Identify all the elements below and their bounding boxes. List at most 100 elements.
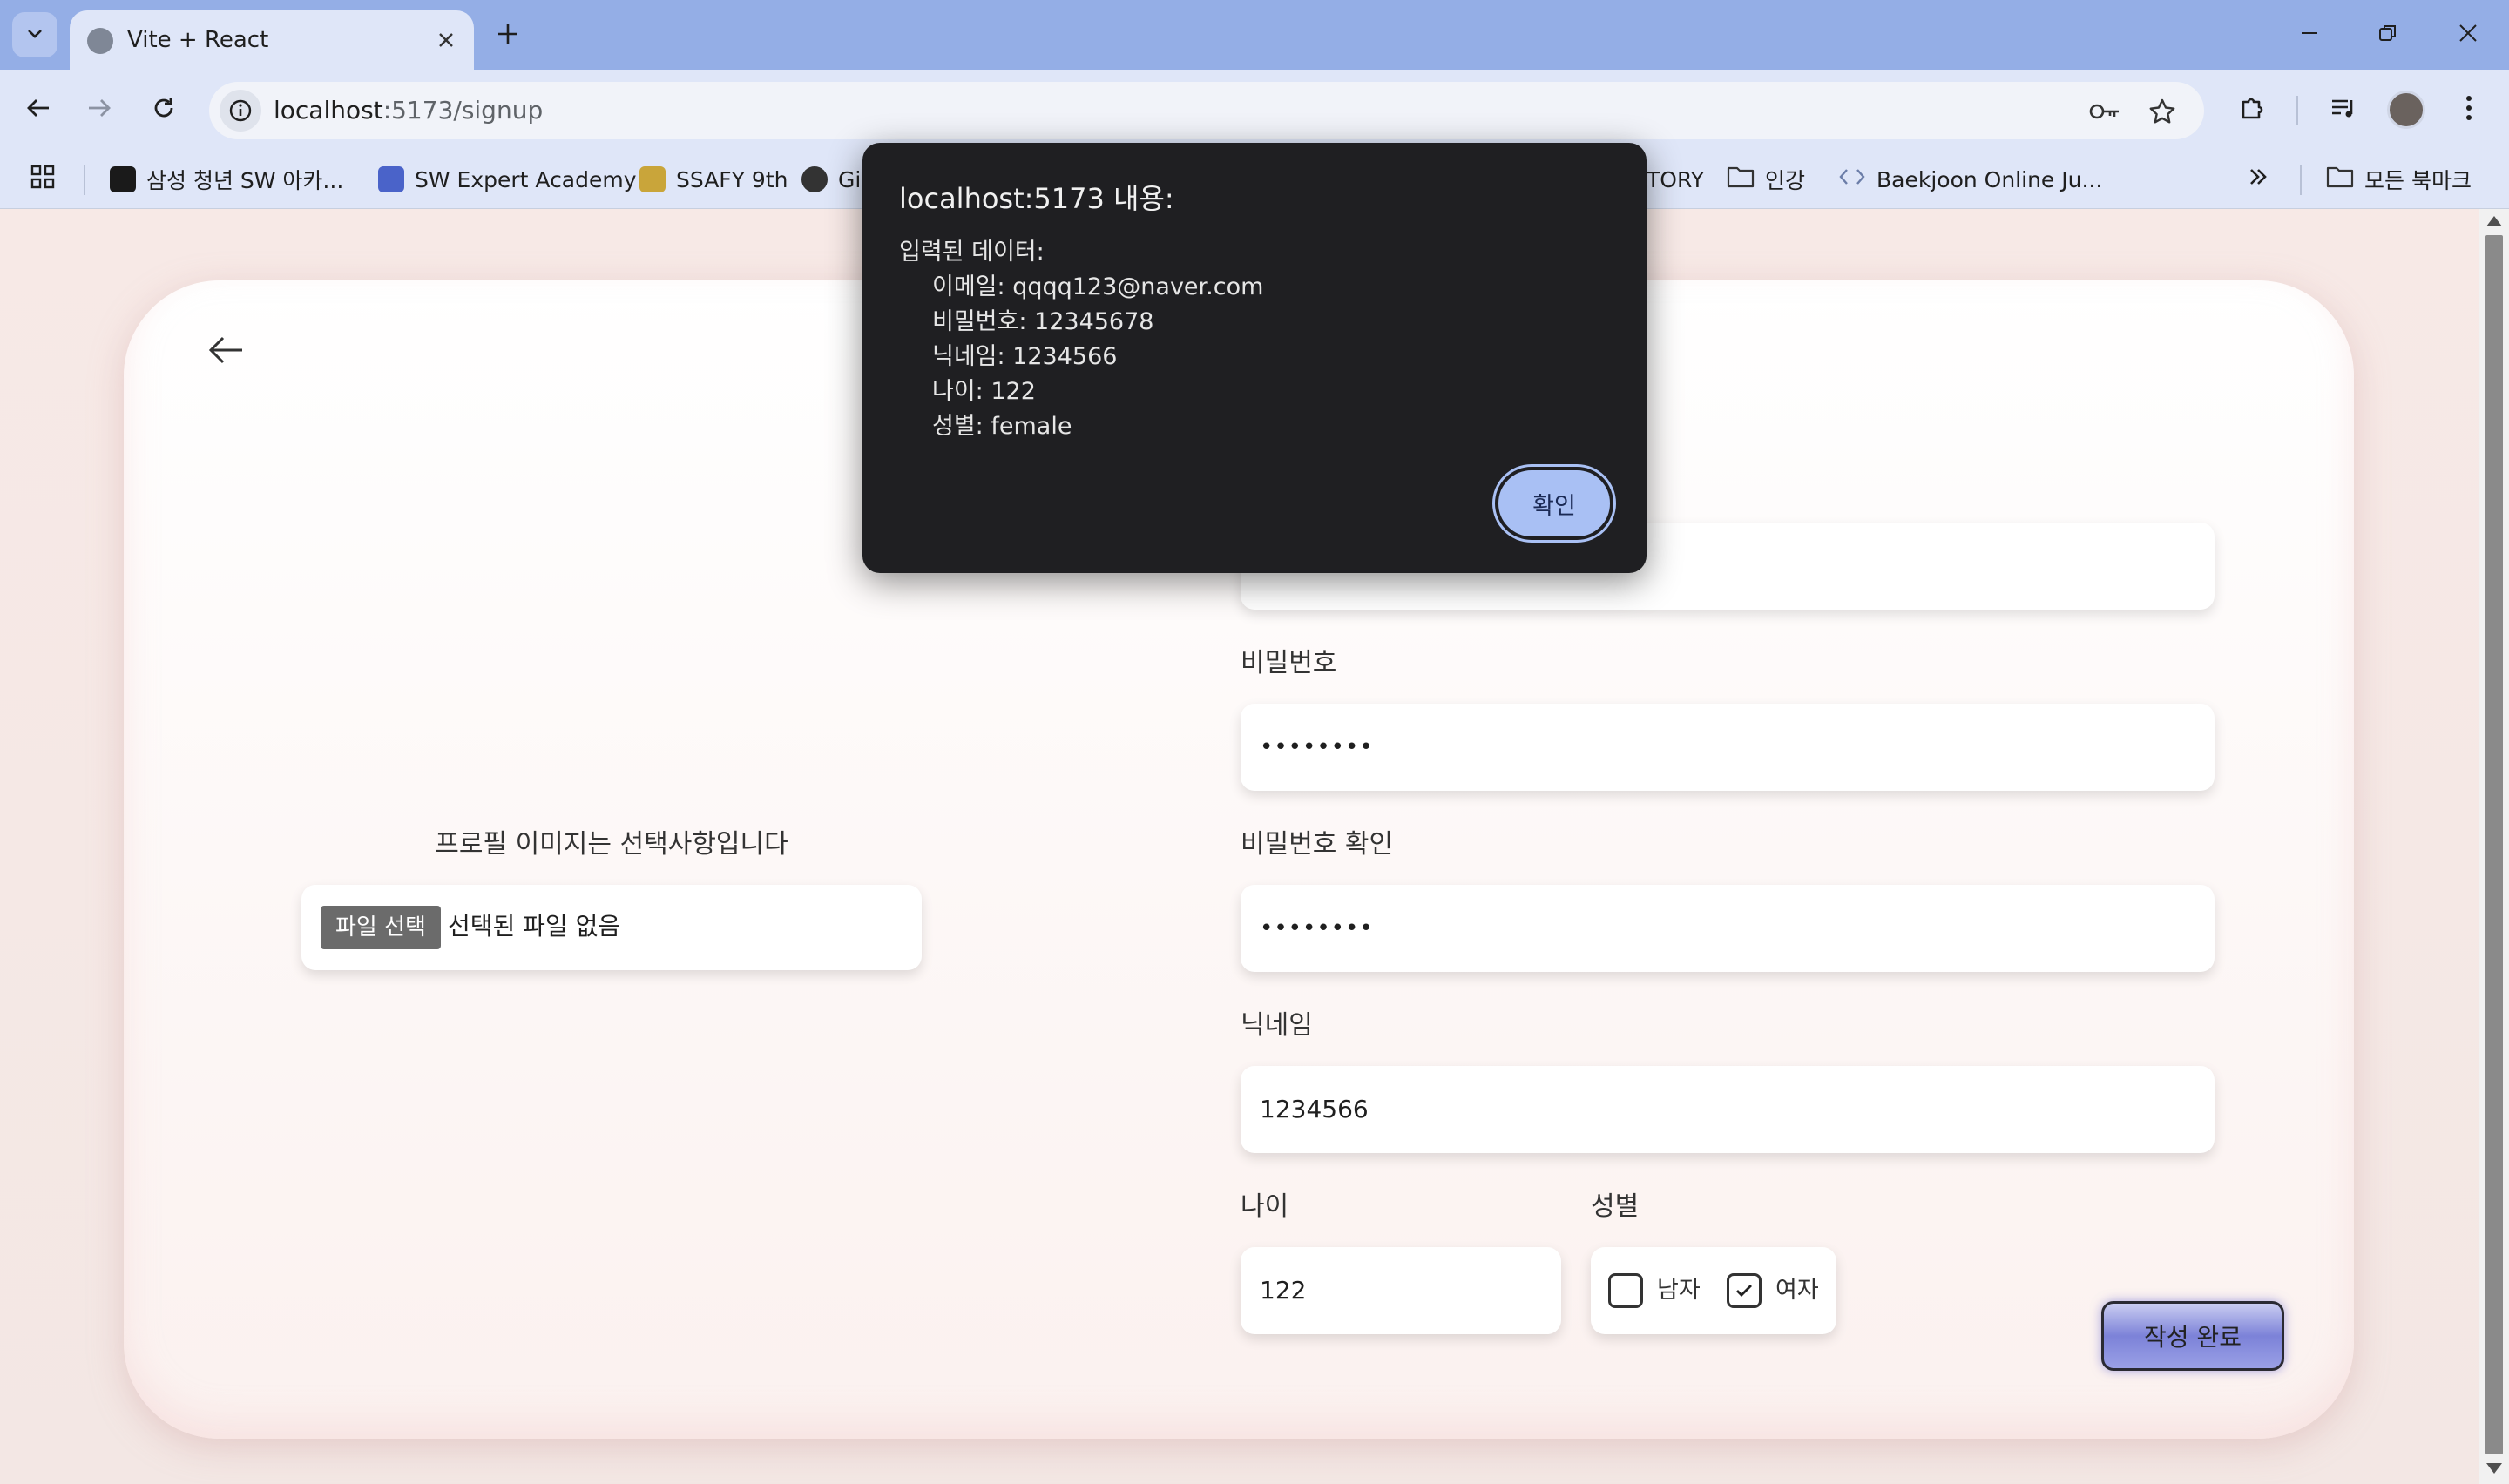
age-value: 122	[1260, 1276, 1307, 1305]
scrollbar-thumb[interactable]	[2485, 235, 2503, 1454]
nickname-field[interactable]: 1234566	[1241, 1066, 2215, 1153]
minimize-window-button[interactable]	[2279, 9, 2340, 61]
back-button[interactable]	[17, 89, 59, 131]
profile-image-input[interactable]: 파일 선택 선택된 파일 없음	[301, 885, 922, 970]
puzzle-icon	[2238, 93, 2268, 126]
female-checkbox[interactable]	[1727, 1273, 1762, 1308]
bookmark-star-icon[interactable]	[2143, 92, 2181, 131]
site-info-icon[interactable]	[220, 90, 261, 132]
password-key-icon[interactable]	[2086, 92, 2124, 131]
scroll-up-icon[interactable]	[2486, 216, 2502, 226]
url-host: localhost	[274, 96, 383, 125]
toolbar-divider	[2296, 96, 2298, 125]
bookmark-item[interactable]: 삼성 청년 SW 아카...	[110, 160, 343, 199]
browser-menu-button[interactable]	[2448, 89, 2490, 131]
browser-titlebar: Vite + React	[0, 0, 2509, 70]
page-scrollbar[interactable]	[2479, 209, 2509, 1484]
bookmark-folder[interactable]: 인강	[1727, 160, 1805, 199]
dialog-title: localhost:5173 내용:	[899, 182, 1174, 215]
dialog-ok-button[interactable]: 확인	[1495, 467, 1613, 540]
github-favicon-icon	[801, 166, 828, 192]
nickname-value: 1234566	[1260, 1095, 1369, 1123]
bookmark-label: 삼성 청년 SW 아카...	[146, 168, 344, 193]
code-icon	[1838, 165, 1866, 194]
password-confirm-label: 비밀번호 확인	[1241, 829, 1394, 860]
arrow-left-icon	[24, 94, 52, 125]
dialog-line: 성별: female	[932, 413, 1072, 440]
browser-tab-active[interactable]: Vite + React	[70, 10, 474, 70]
dialog-line: 이메일: qqqq123@naver.com	[932, 273, 1264, 300]
bookmark-item[interactable]: TORY	[1647, 160, 1704, 199]
address-bar[interactable]: localhost:5173/signup	[209, 82, 2204, 139]
choose-file-button[interactable]: 파일 선택	[321, 906, 441, 949]
ssafy-favicon-icon	[110, 166, 136, 192]
restore-window-button[interactable]	[2357, 9, 2418, 61]
password-value: ••••••••	[1260, 734, 1374, 760]
bookmark-label: TORY	[1647, 166, 1704, 192]
folder-icon	[1727, 165, 1755, 194]
dialog-line: 비밀번호: 12345678	[932, 308, 1154, 335]
alert-dialog: localhost:5173 내용: 입력된 데이터: 이메일: qqqq123…	[862, 143, 1647, 573]
media-controls-button[interactable]	[2323, 89, 2364, 131]
browser-toolbar: localhost:5173/signup	[0, 70, 2509, 150]
male-checkbox[interactable]	[1608, 1273, 1643, 1308]
chevron-down-icon	[24, 23, 45, 47]
media-queue-icon	[2329, 93, 2358, 126]
apps-grid-icon	[30, 164, 56, 195]
password-field[interactable]: ••••••••	[1241, 704, 2215, 791]
minimize-icon	[2299, 23, 2320, 47]
url-text: localhost:5173/signup	[274, 94, 543, 127]
forward-button[interactable]	[78, 89, 120, 131]
dialog-line: 나이: 122	[932, 378, 1036, 405]
bookmark-label: 모든 북마크	[2364, 168, 2472, 193]
restore-icon	[2377, 23, 2398, 47]
bookmark-item[interactable]: SW Expert Academy	[378, 160, 637, 199]
age-label: 나이	[1241, 1191, 1289, 1222]
url-path: :5173/signup	[382, 96, 544, 125]
plus-icon	[496, 22, 520, 50]
globe-icon	[87, 28, 113, 54]
bookmark-item[interactable]: SSAFY 9th	[639, 160, 788, 199]
password-confirm-field[interactable]: ••••••••	[1241, 885, 2215, 972]
tab-close-icon[interactable]	[429, 23, 463, 57]
male-label[interactable]: 남자	[1657, 1273, 1701, 1308]
arrow-left-icon	[206, 329, 247, 374]
female-label[interactable]: 여자	[1775, 1273, 1819, 1308]
all-bookmarks-folder[interactable]: 모든 북마크	[2326, 160, 2472, 199]
age-field[interactable]: 122	[1241, 1247, 1561, 1334]
dialog-header: 입력된 데이터:	[899, 239, 1045, 266]
tab-search-button[interactable]	[12, 12, 57, 57]
folder-icon	[2326, 165, 2354, 194]
password-confirm-value: ••••••••	[1260, 915, 1374, 941]
new-tab-button[interactable]	[488, 16, 528, 56]
submit-button[interactable]: 작성 완료	[2101, 1301, 2284, 1371]
bookmark-label: SW Expert Academy	[415, 166, 637, 192]
apps-button[interactable]	[30, 160, 56, 199]
reload-button[interactable]	[143, 89, 185, 131]
bookmarks-divider	[84, 165, 85, 195]
bookmarks-divider	[2300, 165, 2302, 195]
gender-label: 성별	[1591, 1191, 1640, 1222]
extensions-button[interactable]	[2232, 89, 2274, 131]
reload-icon	[150, 94, 178, 125]
profile-avatar[interactable]	[2387, 91, 2425, 129]
back-arrow-button[interactable]	[199, 324, 254, 380]
scroll-down-icon[interactable]	[2486, 1463, 2502, 1474]
bookmark-label: Baekjoon Online Ju...	[1877, 166, 2103, 192]
profile-image-label: 프로필 이미지는 선택사항입니다	[435, 829, 788, 860]
close-window-button[interactable]	[2438, 9, 2499, 61]
checkmark-icon	[1736, 1285, 1752, 1297]
bookmark-item[interactable]: Baekjoon Online Ju...	[1838, 160, 2102, 199]
building-favicon-icon	[639, 166, 666, 192]
close-icon	[2458, 23, 2479, 47]
more-vertical-icon	[2465, 93, 2473, 126]
dialog-line: 닉네임: 1234566	[932, 343, 1118, 370]
swea-favicon-icon	[378, 166, 404, 192]
bookmark-item[interactable]: Gi	[801, 160, 861, 199]
gender-options: 남자 여자	[1591, 1247, 1836, 1334]
arrow-right-icon	[85, 94, 113, 125]
bookmark-label: 인강	[1765, 168, 1806, 193]
bookmarks-overflow-button[interactable]	[2246, 160, 2270, 199]
nickname-label: 닉네임	[1241, 1010, 1313, 1041]
tab-title: Vite + React	[127, 27, 269, 53]
